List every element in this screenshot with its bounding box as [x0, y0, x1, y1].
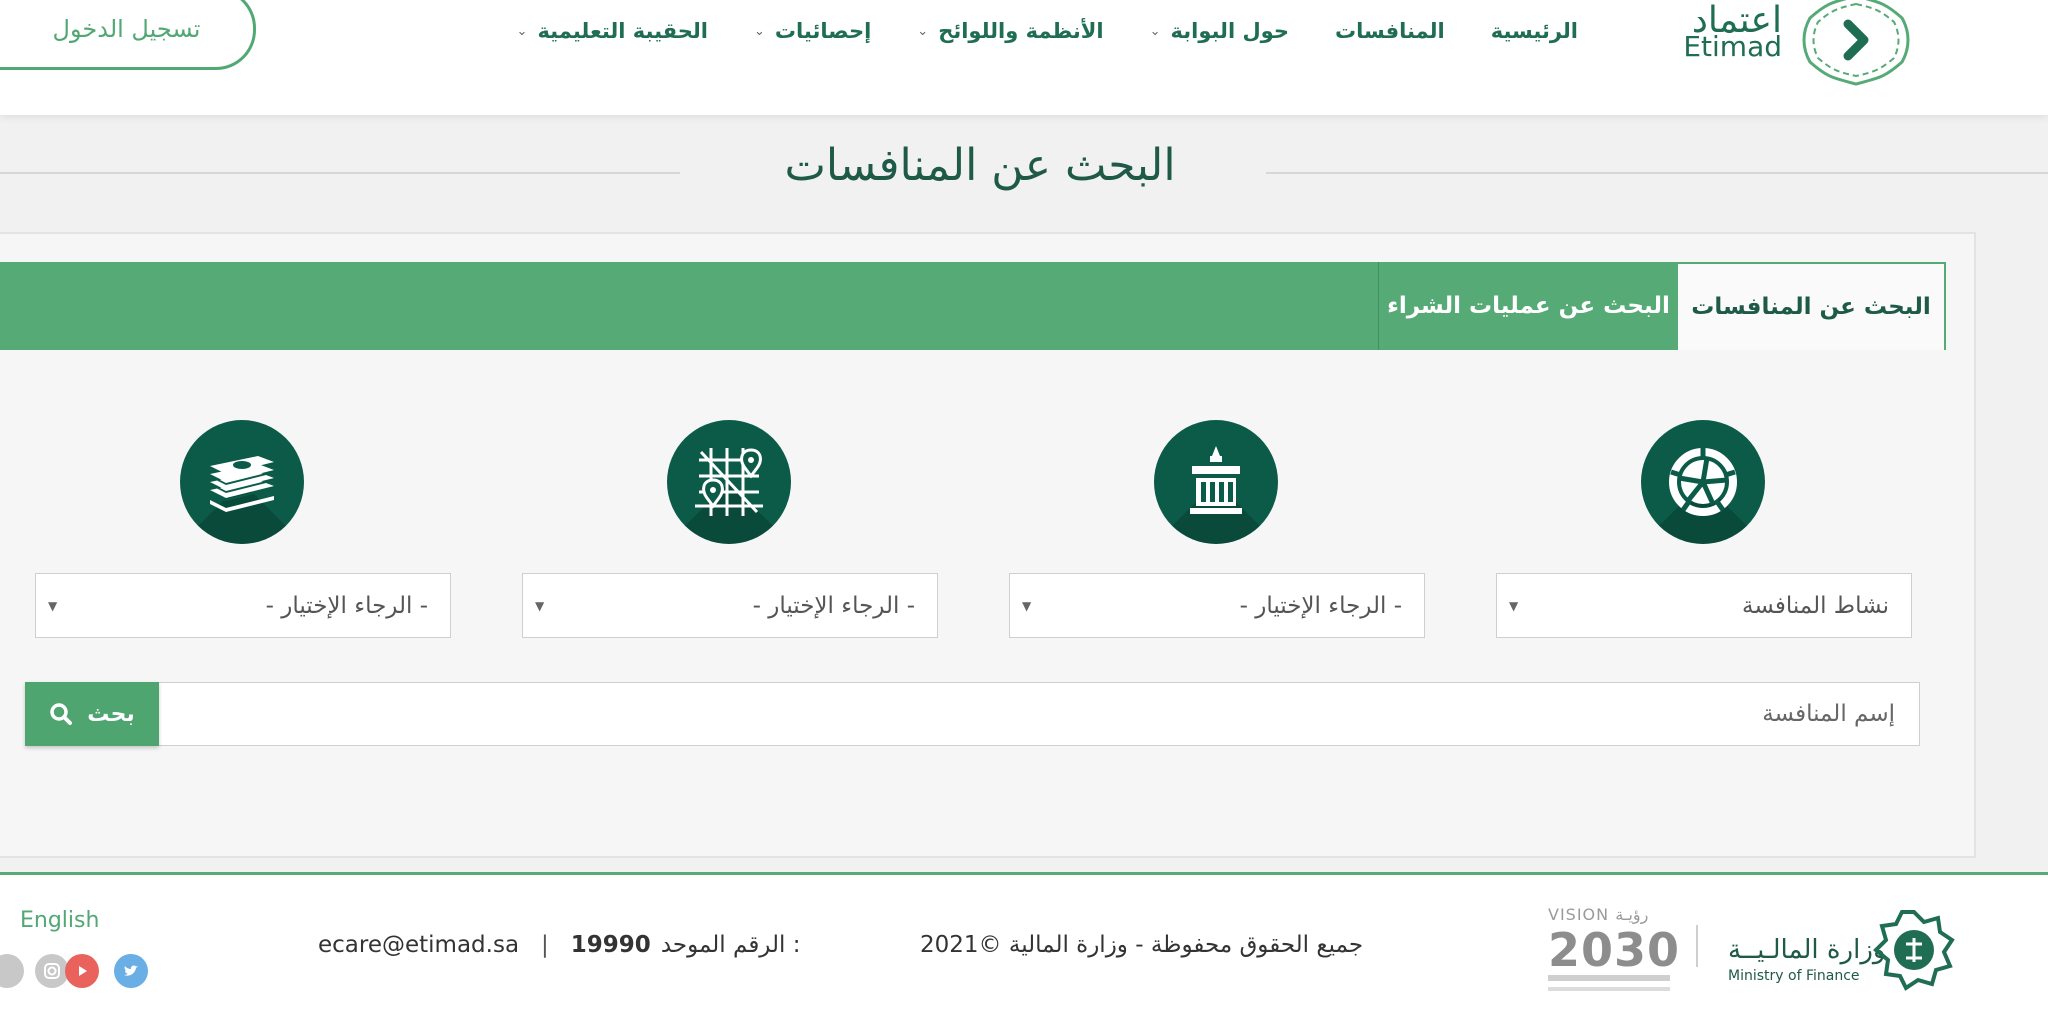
tender-activity-select[interactable]: نشاط المنافسة ▼ — [1496, 573, 1912, 638]
caret-down-icon: ▼ — [1022, 598, 1032, 613]
unified-phone-label: الرقم الموحد : — [660, 932, 801, 958]
chevron-down-icon: ⌄ — [917, 23, 929, 39]
money-stack-icon — [180, 420, 304, 544]
caret-down-icon: ▼ — [1509, 598, 1519, 613]
language-switch[interactable]: English — [20, 908, 99, 933]
page-title: البحث عن المنافسات — [784, 140, 1176, 191]
login-button[interactable]: تسجيل الدخول — [0, 0, 256, 70]
vision-label: VISION رؤيـة — [1548, 905, 1649, 924]
nav-home[interactable]: الرئيسية — [1491, 19, 1578, 43]
ministry-name-english: Ministry of Finance — [1728, 968, 1860, 984]
nav-tenders-label: المنافسات — [1334, 19, 1445, 43]
region-select[interactable]: - الرجاء الإختيار - ▼ — [522, 573, 938, 638]
logo-english: Etimad — [1683, 30, 1782, 63]
tender-name-input[interactable]: إسم المنافسة — [158, 682, 1920, 746]
value-select[interactable]: - الرجاء الإختيار - ▼ — [35, 573, 451, 638]
title-line-left — [0, 172, 680, 174]
twitter-icon[interactable] — [114, 954, 148, 988]
nav-statistics-label: إحصائيات — [774, 19, 872, 43]
nav-tenders[interactable]: المنافسات — [1335, 19, 1445, 43]
nav-about-label: حول البوابة — [1170, 19, 1289, 43]
ministry-name-arabic: وزارة المالـيــة — [1728, 935, 1886, 965]
contact-info: ecare@etimad.sa | 19990 الرقم الموحد : — [318, 932, 800, 958]
title-line-right — [1266, 172, 2048, 174]
nav-regulations-label: الأنظمة واللوائح — [938, 19, 1104, 43]
government-building-icon — [1154, 420, 1278, 544]
chevron-down-icon: ⌄ — [516, 23, 528, 39]
caret-down-icon: ▼ — [48, 598, 58, 613]
agency-select[interactable]: - الرجاء الإختيار - ▼ — [1009, 573, 1425, 638]
search-placeholder: إسم المنافسة — [1762, 701, 1895, 727]
nav-education[interactable]: الحقيبة التعليمية ⌄ — [517, 19, 708, 43]
vision-year: 2030 — [1548, 923, 1681, 977]
main-nav: الرئيسية المنافسات حول البوابة ⌄ الأنظمة … — [471, 0, 1578, 62]
activity-pie-icon — [1641, 420, 1765, 544]
etimad-logo[interactable]: اعتماد Etimad — [1582, 0, 1982, 100]
search-button-label: بحث — [87, 701, 135, 727]
select-value: - الرجاء الإختيار - — [1239, 592, 1402, 619]
vision-2030-logo: VISION رؤيـة 2030 — [1548, 905, 1679, 995]
nav-home-label: الرئيسية — [1490, 19, 1578, 43]
map-location-icon — [667, 420, 791, 544]
support-email[interactable]: ecare@etimad.sa — [318, 932, 519, 958]
select-value: - الرجاء الإختيار - — [752, 592, 915, 619]
nav-regulations[interactable]: الأنظمة واللوائح ⌄ — [917, 19, 1103, 43]
select-value: نشاط المنافسة — [1742, 592, 1889, 619]
ministry-emblem-icon — [1873, 910, 1955, 991]
nav-education-label: الحقيبة التعليمية — [537, 19, 709, 43]
site-header: تسجيل الدخول الرئيسية المنافسات حول البو… — [0, 0, 2048, 115]
search-icon — [50, 703, 73, 725]
contact-separator: | — [541, 932, 549, 958]
caret-down-icon: ▼ — [535, 598, 545, 613]
unified-phone-number[interactable]: 19990 — [571, 932, 651, 958]
nav-about[interactable]: حول البوابة ⌄ — [1150, 19, 1289, 43]
copyright-text: جميع الحقوق محفوظة - وزارة المالية ©2021 — [920, 932, 1364, 958]
tab-search-tenders[interactable]: البحث عن المنافسات — [1678, 262, 1946, 350]
footer-divider — [1696, 925, 1698, 967]
youtube-icon[interactable] — [65, 954, 99, 988]
etimad-logo-icon — [1802, 0, 1910, 86]
select-value: - الرجاء الإختيار - — [265, 592, 428, 619]
nav-statistics[interactable]: إحصائيات ⌄ — [754, 19, 871, 43]
tab-search-purchases[interactable]: البحث عن عمليات الشراء — [1378, 262, 1678, 350]
chevron-down-icon: ⌄ — [754, 23, 765, 39]
chevron-down-icon: ⌄ — [1149, 23, 1161, 39]
search-button[interactable]: بحث — [25, 682, 159, 746]
instagram-icon[interactable] — [35, 954, 69, 988]
